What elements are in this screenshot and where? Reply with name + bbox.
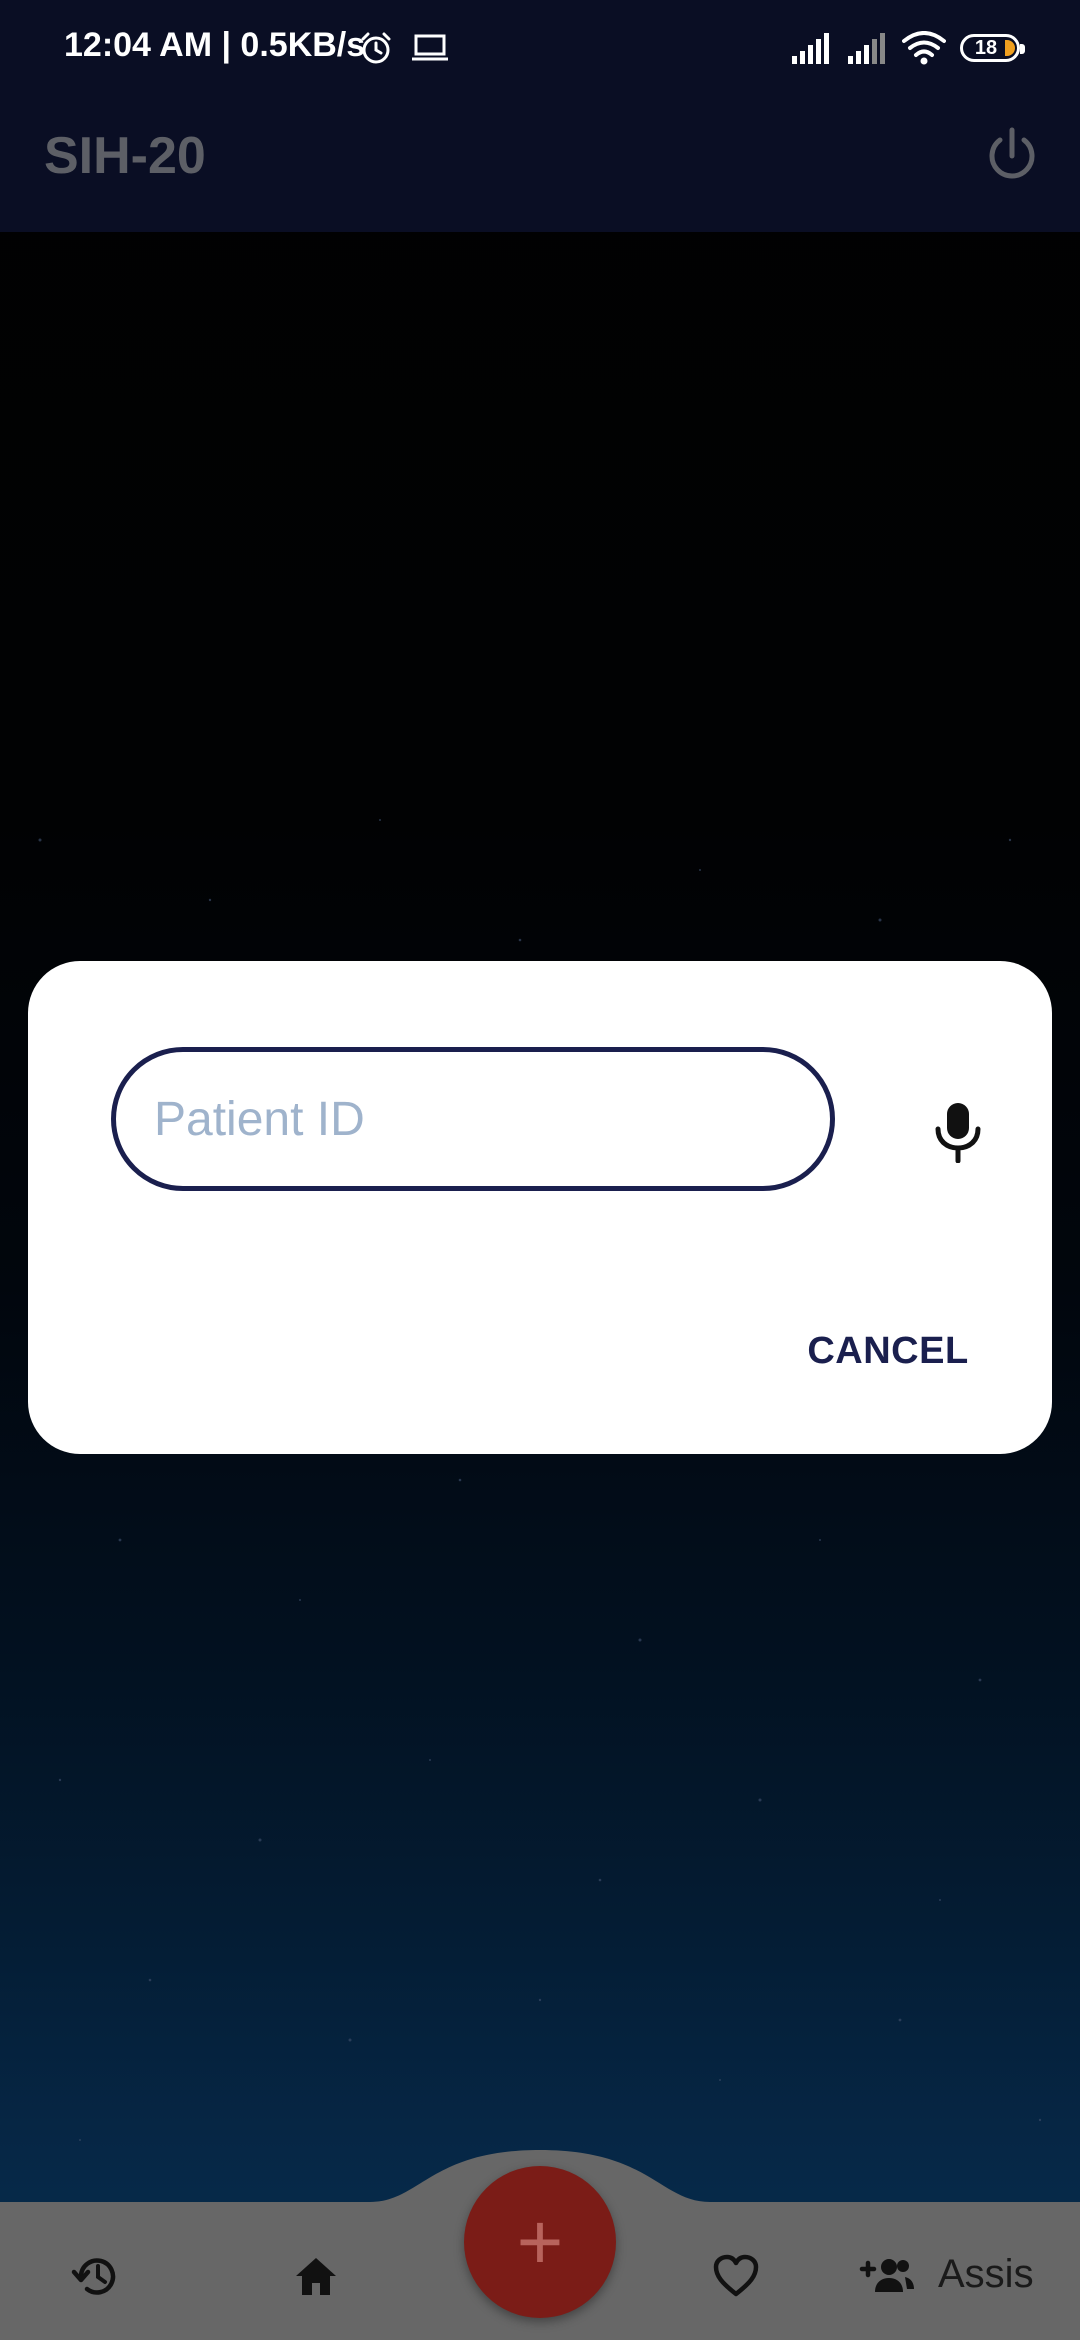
add-fab-button[interactable]: + [464,2166,616,2318]
status-time: 12:04 AM | 0.5KB/s [64,26,366,64]
app-bar: SIH-20 [0,96,1080,232]
status-bar: 12:04 AM | 0.5KB/s 18 [0,0,1080,96]
history-icon [71,2258,116,2295]
battery-level: 18 [974,36,998,59]
laptop-icon [412,34,448,61]
nav-home[interactable] [286,2246,346,2306]
wifi-icon [902,31,946,65]
mic-icon[interactable] [930,1101,986,1163]
patient-id-dialog: CANCEL [28,961,1052,1454]
plus-icon: + [516,2197,564,2286]
add-person-icon [859,2259,914,2292]
patient-id-input[interactable] [111,1047,835,1191]
bottom-nav: + Assis [0,2140,1080,2340]
nav-favorites[interactable] [706,2246,766,2306]
heart-icon [713,2254,759,2297]
app-title: SIH-20 [44,127,206,185]
battery-icon: 18 [960,34,1025,62]
alarm-icon [361,32,391,64]
signal-icon [848,33,885,64]
signal-icon [792,33,829,64]
home-icon [296,2258,336,2295]
nav-assistant[interactable] [856,2246,918,2306]
cancel-button[interactable]: CANCEL [798,1321,978,1381]
nav-assistant-label[interactable]: Assis [938,2252,1034,2297]
nav-history[interactable] [66,2246,126,2306]
power-icon[interactable] [980,124,1044,188]
